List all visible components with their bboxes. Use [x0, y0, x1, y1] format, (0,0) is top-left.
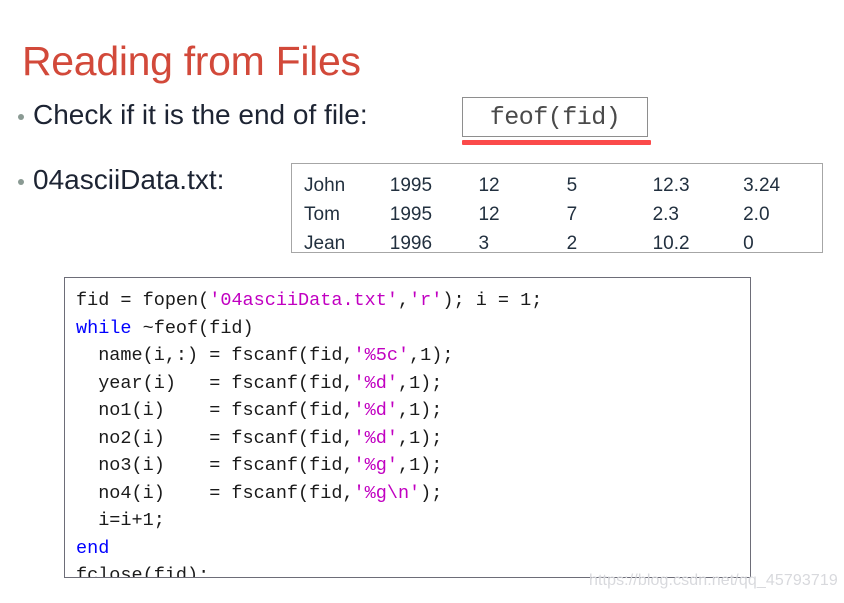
data-file-table-body: John 1995 12 5 12.3 3.24 Tom 1995 12 7 2… [304, 172, 822, 260]
code-token: no1(i) = fscanf(fid, [76, 400, 354, 421]
code-token: '%d' [353, 372, 398, 394]
cell-name: Jean [304, 233, 346, 255]
code-token: ); [420, 482, 443, 504]
code-token: no2(i) = fscanf(fid, [76, 427, 354, 449]
data-file-preview-box: John 1995 12 5 12.3 3.24 Tom 1995 12 7 2… [291, 163, 823, 254]
cell-no4: 3.24 [743, 175, 781, 196]
cell-name: Tom [304, 204, 340, 226]
code-token: ,1); [409, 345, 454, 366]
cell-name: John [304, 175, 346, 196]
code-token: no3(i) = fscanf(fid, [76, 455, 354, 476]
code-token: '%d' [353, 400, 398, 421]
bullet-item-eof-check: Check if it is the end of file: [18, 96, 368, 134]
code-token: no4(i) = fscanf(fid, [76, 482, 354, 504]
code-token: 'r' [409, 290, 443, 311]
matlab-code-block: fid = fopen('04asciiData.txt','r'); i = … [64, 277, 751, 578]
cell-year: 1996 [389, 233, 433, 255]
code-token: name(i,:) = fscanf(fid, [76, 345, 354, 366]
bullet-dot-icon [18, 179, 24, 185]
code-token: fid = fopen( [76, 290, 210, 311]
feof-code-text: feof(fid) [489, 102, 621, 132]
bullet-label: Check if it is the end of file: [33, 99, 368, 130]
code-token: '%g\n' [353, 482, 421, 504]
cell-no2: 2 [566, 233, 578, 255]
cell-no3: 10.2 [652, 233, 690, 255]
code-token: , [397, 290, 410, 311]
cell-year: 1995 [389, 175, 433, 196]
cell-no1: 3 [478, 233, 490, 255]
cell-no4: 2.0 [743, 204, 770, 226]
feof-code-box: feof(fid) [462, 97, 648, 137]
cell-no2: 7 [566, 204, 578, 226]
code-token: ,1); [397, 455, 443, 476]
code-token: ,1); [397, 427, 443, 449]
cell-no1: 12 [478, 175, 500, 196]
code-token: year(i) = fscanf(fid, [76, 372, 354, 394]
code-listing: fid = fopen('04asciiData.txt','r'); i = … [76, 287, 750, 578]
code-token: '%d' [353, 427, 398, 449]
bullet-dot-icon [18, 114, 24, 120]
page-title: Reading from Files [22, 38, 361, 85]
cell-year: 1995 [389, 204, 433, 226]
cell-no4: 0 [743, 233, 754, 255]
bullet-item-datafile: 04asciiData.txt: [18, 161, 224, 199]
red-underline-highlight [462, 140, 651, 145]
code-token: end [76, 537, 110, 559]
cell-no3: 2.3 [652, 204, 679, 226]
table-row: Jean 1996 3 2 10.2 0 [304, 230, 822, 259]
code-token: ~feof(fid) [131, 317, 254, 339]
cell-no3: 12.3 [652, 175, 690, 196]
code-token: fclose(fid); [76, 565, 210, 578]
code-token: ); i = 1; [442, 290, 543, 311]
table-row: Tom 1995 12 7 2.3 2.0 [304, 201, 822, 230]
code-token: while [76, 317, 132, 339]
code-token: '%g' [353, 455, 398, 476]
code-token: i=i+1; [76, 510, 165, 531]
table-row: John 1995 12 5 12.3 3.24 [304, 172, 822, 201]
watermark-text: https://blog.csdn.net/qq_45793719 [589, 572, 838, 589]
bullet-label: 04asciiData.txt: [33, 164, 225, 195]
cell-no1: 12 [478, 204, 500, 226]
data-file-table: John 1995 12 5 12.3 3.24 Tom 1995 12 7 2… [304, 172, 822, 260]
code-token: ,1); [397, 372, 443, 394]
cell-no2: 5 [566, 175, 578, 196]
code-token: '04asciiData.txt' [209, 290, 398, 311]
code-token: ,1); [397, 400, 443, 421]
code-token: '%5c' [353, 345, 410, 366]
